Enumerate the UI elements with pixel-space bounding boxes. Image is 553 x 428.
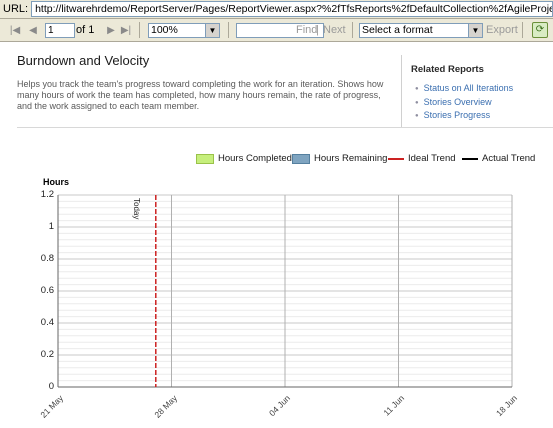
y-tick-label: 0.2 [40,349,54,360]
y-tick-label: 0.8 [40,253,54,264]
y-tick-label: 1 [48,221,54,232]
y-tick-label: 0.6 [40,285,54,296]
y-tick-label: 0 [48,381,54,392]
y-tick-label: 1.2 [40,189,54,200]
today-marker-label: Today [132,198,141,220]
y-tick-label: 0.4 [40,317,54,328]
burndown-chart [57,194,513,388]
